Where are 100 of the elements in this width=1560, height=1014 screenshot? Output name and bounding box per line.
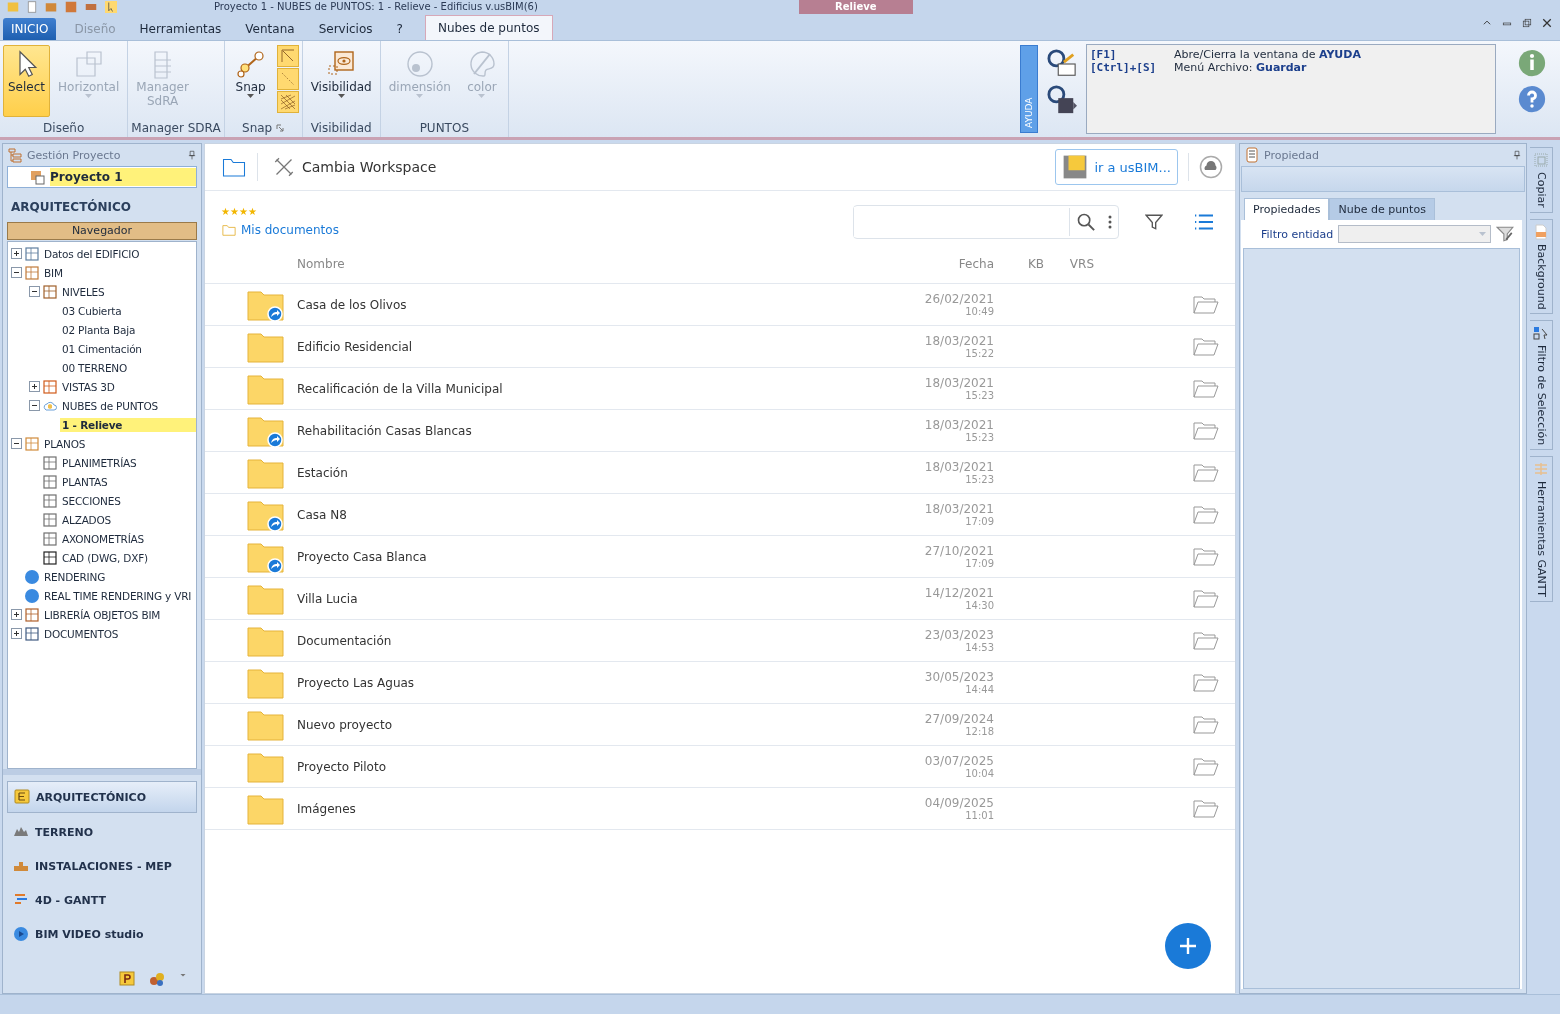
- ribbon-tab[interactable]: Nubes de puntos: [424, 15, 553, 40]
- tree-panel-icon: [7, 147, 23, 163]
- workspace-button[interactable]: Cambia Workspace: [268, 156, 443, 178]
- ribbon-tab[interactable]: ?: [384, 18, 415, 40]
- plus-icon: [1178, 936, 1198, 956]
- ribbon-button[interactable]: Snap: [227, 45, 274, 117]
- column-header[interactable]: Nombre: [297, 257, 922, 271]
- folder-name: Proyecto Piloto: [297, 759, 387, 774]
- folder-name: Edificio Residencial: [297, 339, 414, 354]
- expand-toggle[interactable]: [11, 248, 22, 259]
- tree-item[interactable]: NUBES de PUNTOS: [60, 398, 161, 413]
- column-header[interactable]: KB: [1002, 257, 1052, 271]
- snap-mode-button[interactable]: [276, 68, 299, 90]
- section-title: ARQUITECTÓNICO: [10, 198, 133, 216]
- gears-icon: [149, 971, 165, 987]
- folder-row[interactable]: Proyecto Casa Blanca 27/10/2021 17:09: [205, 536, 1235, 578]
- tree-item[interactable]: AXONOMETRÍAS: [60, 531, 147, 546]
- folder-row[interactable]: Imágenes 04/09/2025 11:01: [205, 788, 1235, 830]
- tree-item[interactable]: NIVELES: [60, 284, 107, 299]
- side-tab-label: Filtro de Selección: [1534, 345, 1548, 446]
- tree-item[interactable]: 03 Cubierta: [60, 303, 124, 318]
- module-item[interactable]: BIM VIDEO studio: [7, 919, 197, 949]
- tree-item[interactable]: LIBRERÍA OBJETOS BIM: [42, 607, 163, 622]
- tree-item[interactable]: VISTAS 3D: [60, 379, 117, 394]
- folder-row[interactable]: Proyecto Piloto 03/07/2025 10:04: [205, 746, 1235, 788]
- folder-row[interactable]: Villa Lucia 14/12/2021 14:30: [205, 578, 1235, 620]
- collapse-toggle[interactable]: [29, 286, 40, 297]
- folder-row[interactable]: Rehabilitación Casas Blancas 18/03/2021 15:23: [205, 410, 1235, 452]
- tree-item[interactable]: 01 Cimentación: [60, 341, 144, 356]
- tree-item[interactable]: 1 - Relieve: [60, 417, 196, 432]
- tree-item[interactable]: RENDERING: [42, 569, 108, 584]
- project-name[interactable]: Proyecto 1: [50, 168, 196, 186]
- date-cell: 26/02/2021: [924, 292, 994, 306]
- tree-item[interactable]: PLANIMETRÍAS: [60, 455, 139, 470]
- panel-tab[interactable]: Nube de puntos: [1329, 198, 1435, 220]
- corner-snap-icon: [279, 48, 296, 64]
- caret-icon: [179, 971, 187, 979]
- date-cell: 18/03/2021: [924, 460, 994, 474]
- folder-row[interactable]: Documentación 23/03/2023 14:53: [205, 620, 1235, 662]
- add-button[interactable]: [1165, 923, 1211, 969]
- side-tab[interactable]: Filtro de Selección: [1530, 320, 1553, 451]
- tree-item[interactable]: BIM: [42, 265, 65, 280]
- ribbon-tab[interactable]: Servicios: [306, 18, 385, 40]
- side-tab[interactable]: Copiar: [1530, 147, 1553, 213]
- folder-name: Recalificación de la Villa Municipal: [297, 381, 504, 396]
- panel-title: Gestión Proyecto: [27, 148, 122, 162]
- side-tab[interactable]: Background: [1530, 218, 1553, 315]
- ribbon-button[interactable]: Select: [3, 45, 51, 117]
- tree-item[interactable]: ALZADOS: [60, 512, 114, 527]
- folder-row[interactable]: Proyecto Las Aguas 30/05/2023 14:44: [205, 662, 1235, 704]
- breadcrumb-link[interactable]: Mis documentos: [221, 223, 339, 237]
- expand-toggle[interactable]: [29, 381, 40, 392]
- module-e-icon: [14, 789, 30, 805]
- module-item[interactable]: TERRENO: [7, 817, 197, 847]
- module-item[interactable]: INSTALACIONES - MEP: [7, 851, 197, 881]
- cloud-upload-icon: [1199, 155, 1223, 179]
- expand-toggle[interactable]: [11, 628, 22, 639]
- folder-row[interactable]: Casa de los Olivos 26/02/2021 10:49: [205, 284, 1235, 326]
- panel-tab[interactable]: Propiedades: [1244, 198, 1330, 220]
- copy-icon: [1533, 152, 1549, 168]
- search-field[interactable]: [853, 205, 1119, 239]
- module-item[interactable]: 4D - GANTT: [7, 885, 197, 915]
- dialog-launcher-icon[interactable]: [276, 124, 285, 132]
- module-item[interactable]: ARQUITECTÓNICO: [7, 781, 197, 813]
- tree-item[interactable]: CAD (DWG, DXF): [60, 550, 150, 565]
- tree-item[interactable]: Datos del EDIFICIO: [42, 246, 142, 261]
- tree-item[interactable]: PLANOS: [42, 436, 88, 451]
- collapse-toggle[interactable]: [29, 400, 40, 411]
- usbim-button[interactable]: ir a usBIM...: [1055, 149, 1178, 185]
- time-cell: 15:23: [965, 432, 994, 443]
- folder-name: Estación: [297, 465, 349, 480]
- ribbon-tab[interactable]: Herramientas: [127, 18, 234, 40]
- tree-item[interactable]: REAL TIME RENDERING y VRI: [42, 588, 194, 603]
- folder-row[interactable]: Recalificación de la Villa Municipal 18/03/2021 15:23: [205, 368, 1235, 410]
- column-header[interactable]: VRS: [1052, 257, 1102, 271]
- date-cell: 27/09/2024: [924, 712, 994, 726]
- tree-item[interactable]: 00 TERRENO: [60, 360, 130, 375]
- ribbon-tab[interactable]: INICIO: [3, 18, 57, 40]
- ribbon-button[interactable]: Visibilidad: [305, 45, 377, 117]
- tree-item[interactable]: SECCIONES: [60, 493, 123, 508]
- side-tab[interactable]: Herramientas GANTT: [1530, 456, 1553, 603]
- tree-item[interactable]: PLANTAS: [60, 474, 110, 489]
- star-icon: ★: [221, 207, 230, 217]
- entity-filter-dropdown[interactable]: [1338, 225, 1491, 243]
- collapse-toggle[interactable]: [11, 267, 22, 278]
- folder-row[interactable]: Estación 18/03/2021 15:23: [205, 452, 1235, 494]
- folder-name: Documentación: [297, 633, 393, 648]
- column-header[interactable]: Fecha: [922, 257, 1002, 271]
- folder-row[interactable]: Casa N8 18/03/2021 17:09: [205, 494, 1235, 536]
- tree-item[interactable]: DOCUMENTOS: [42, 626, 121, 641]
- folder-row[interactable]: Nuevo proyecto 27/09/2024 12:18: [205, 704, 1235, 746]
- ribbon-tab[interactable]: Ventana: [233, 18, 307, 40]
- snap-mode-button[interactable]: [276, 45, 299, 67]
- tools-icon: [274, 157, 294, 177]
- date-cell: 14/12/2021: [924, 586, 994, 600]
- folder-row[interactable]: Edificio Residencial 18/03/2021 15:22: [205, 326, 1235, 368]
- snap-mode-button[interactable]: [276, 91, 299, 113]
- collapse-toggle[interactable]: [11, 438, 22, 449]
- tree-item[interactable]: 02 Planta Baja: [60, 322, 138, 337]
- expand-toggle[interactable]: [11, 609, 22, 620]
